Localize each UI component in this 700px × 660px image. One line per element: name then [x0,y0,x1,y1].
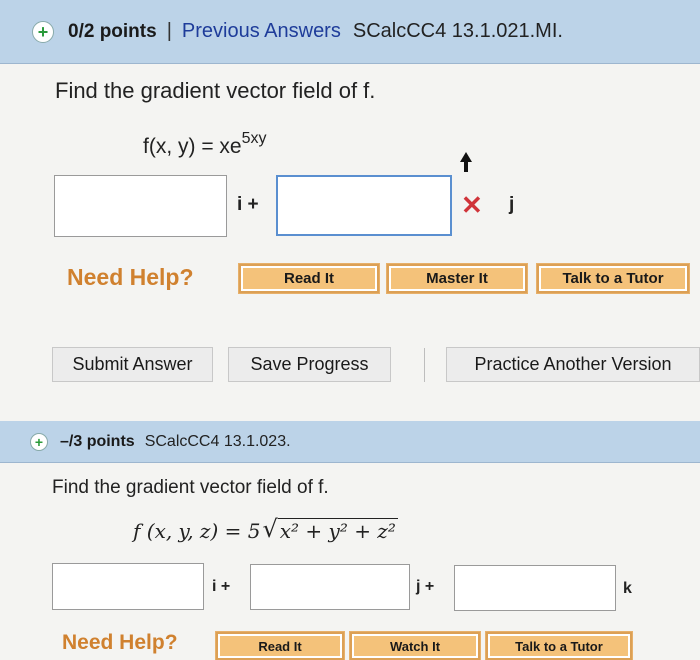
q1-formula-exponent: 5xy [241,130,267,147]
question-2-header: + –/3 points SCalcCC4 13.1.023. [0,421,700,463]
q2-problem-code: SCalcCC4 13.1.023. [144,432,291,450]
expand-plus-icon[interactable]: + [32,20,54,43]
expand-plus-icon[interactable]: + [30,432,48,451]
mouse-cursor-icon [460,152,472,172]
q2-i-component-input[interactable] [52,563,204,610]
sqrt-symbol-icon: √ [262,515,278,543]
q2-j-component-input[interactable] [250,564,410,610]
q1-formula-lhs: f(x, y) = xe [143,135,242,158]
q1-points: 0/2 points [68,20,157,42]
q2-talk-to-tutor-button[interactable]: Talk to a Tutor [486,632,632,660]
q2-points: –/3 points [60,432,135,450]
q1-problem-code: SCalcCC4 13.1.021.MI. [352,20,563,42]
question-1-header: + 0/2 points | Previous Answers SCalcCC4… [0,0,700,64]
q2-watch-it-button[interactable]: Watch It [350,632,480,660]
save-progress-button[interactable]: Save Progress [228,347,391,382]
q1-need-help: Need Help? [67,264,194,290]
q2-unit-j: j + [416,578,435,595]
incorrect-x-icon: ✕ [461,190,483,220]
q1-unit-j: j [509,194,515,215]
q2-unit-k: k [623,580,632,597]
q2-need-help: Need Help? [62,631,178,654]
q1-unit-i: i + [237,194,259,215]
q1-prompt: Find the gradient vector field of f. [55,78,376,103]
q2-read-it-button[interactable]: Read It [216,632,344,660]
q2-k-component-input[interactable] [454,565,616,611]
submit-answer-button[interactable]: Submit Answer [52,347,213,382]
q2-unit-i: i + [212,578,231,595]
q1-i-component-input[interactable] [54,175,227,237]
q2-prompt: Find the gradient vector field of f. [52,477,329,498]
q1-formula: f(x, y) = xe5xy [143,130,267,159]
q1-master-it-button[interactable]: Master It [387,264,527,293]
q1-read-it-button[interactable]: Read It [239,264,379,293]
q2-formula: f (x, y, z) = 5 √ x² + y² + z² [133,515,398,543]
practice-another-version-button[interactable]: Practice Another Version [446,347,700,382]
button-divider [424,348,425,382]
previous-answers-link[interactable]: Previous Answers [182,20,341,43]
q2-formula-radicand: x² + y² + z² [277,518,398,543]
q2-formula-pre: f (x, y, z) = 5 [133,519,261,543]
q1-j-component-input[interactable] [276,175,452,236]
header-separator: | [166,20,172,42]
q1-talk-to-tutor-button[interactable]: Talk to a Tutor [537,264,689,293]
